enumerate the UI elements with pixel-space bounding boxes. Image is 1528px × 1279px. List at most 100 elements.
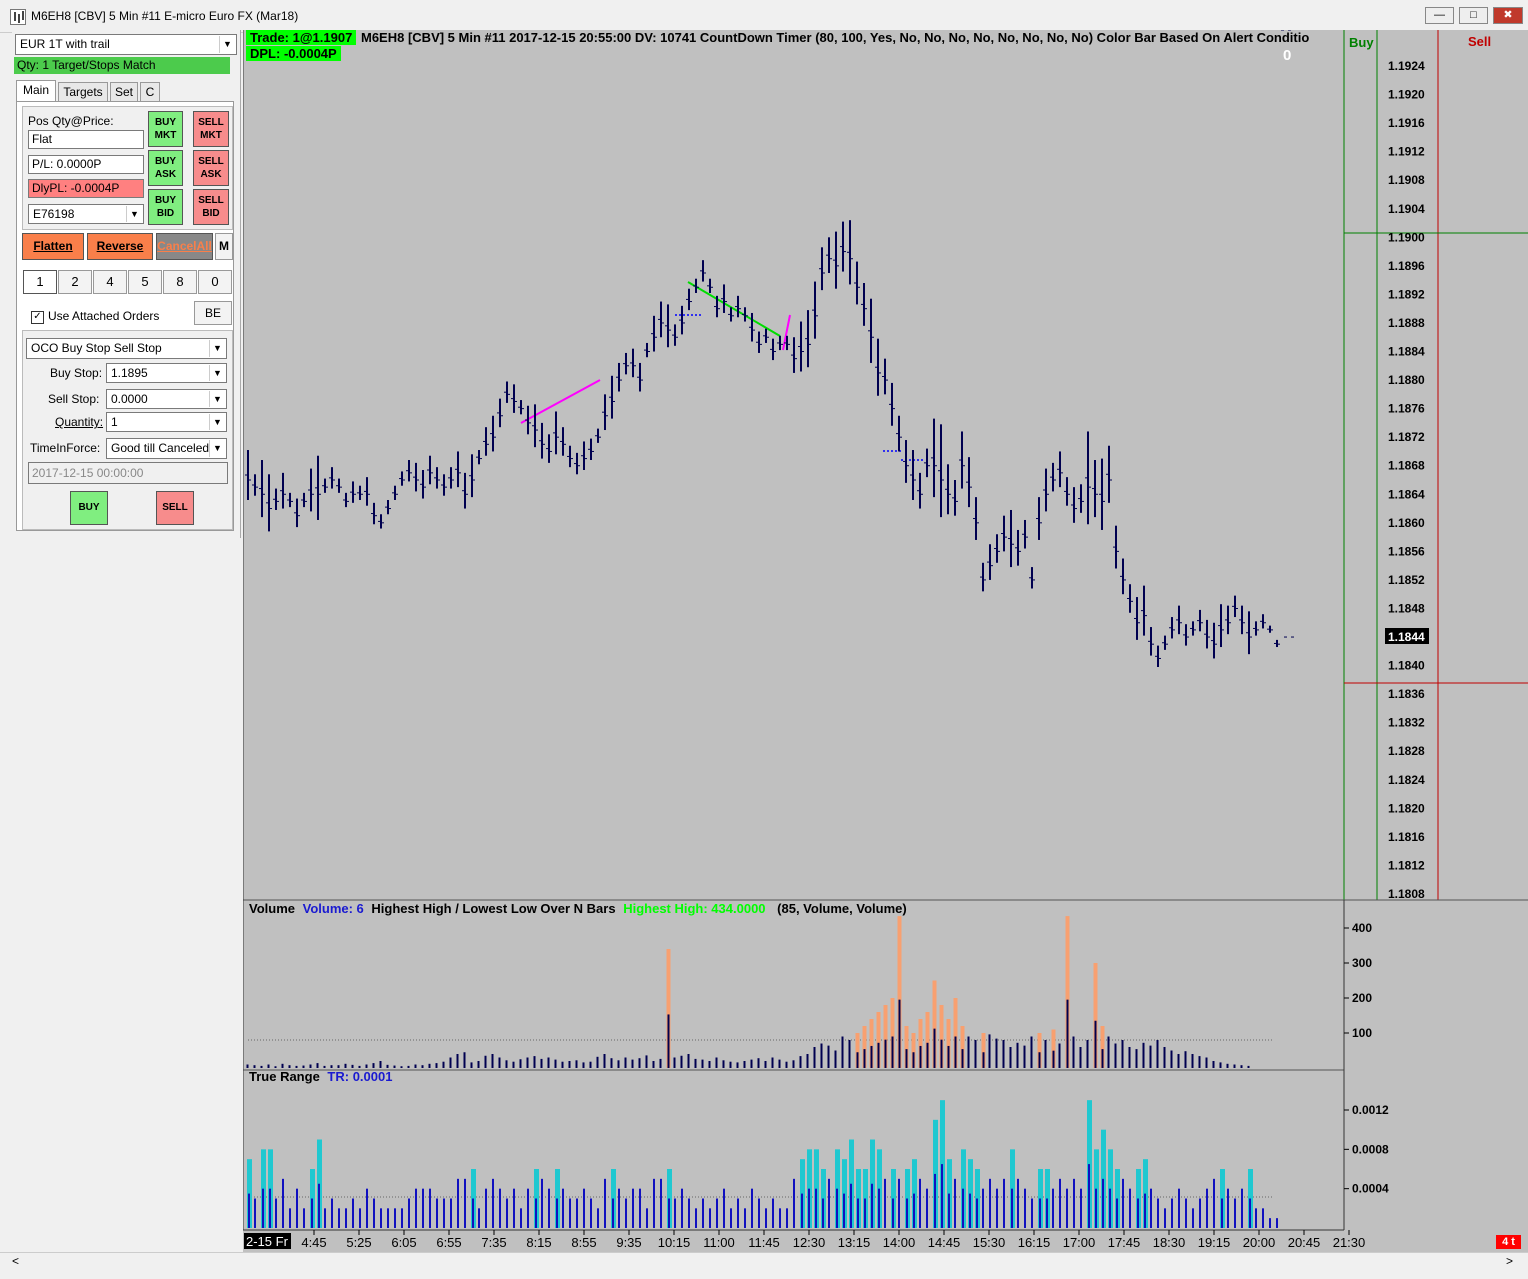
price-bar xyxy=(448,467,454,489)
sell-ask-button[interactable]: SELL ASK xyxy=(193,150,229,186)
chevron-down-icon[interactable]: ▼ xyxy=(209,391,225,407)
price-bar xyxy=(966,457,972,508)
price-tick-label: 1.1840 xyxy=(1388,659,1425,673)
tr-bar-inner xyxy=(857,1198,859,1228)
qty-button-4[interactable]: 4 xyxy=(93,270,127,294)
scroll-left-icon[interactable]: < xyxy=(12,1254,19,1268)
price-bar xyxy=(511,384,517,413)
tr-bar xyxy=(1024,1188,1026,1228)
volume-bar xyxy=(1142,1042,1145,1068)
tr-bar xyxy=(394,1208,396,1228)
volume-bar xyxy=(589,1061,592,1068)
gtd-datetime-field[interactable]: 2017-12-15 00:00:00 xyxy=(28,462,228,484)
qty-button-1[interactable]: 1 xyxy=(23,270,57,294)
price-tick-label: 1.1848 xyxy=(1388,601,1425,615)
tab-c[interactable]: C xyxy=(140,82,160,101)
qty-button-8[interactable]: 8 xyxy=(163,270,197,294)
buy-button[interactable]: BUY xyxy=(70,491,108,525)
chevron-down-icon[interactable]: ▼ xyxy=(209,414,225,430)
price-tick-label: 1.1872 xyxy=(1388,430,1425,444)
qty-button-5[interactable]: 5 xyxy=(128,270,162,294)
sell-stop-input[interactable]: 0.0000 ▼ xyxy=(106,389,227,409)
price-chart[interactable]: 1.1924 1.1920 1.1916 1.1912 1.1908 1.1904 1.19… xyxy=(243,30,1528,1252)
m-button[interactable]: M xyxy=(215,233,233,260)
chevron-down-icon[interactable]: ▼ xyxy=(209,340,225,357)
tr-bar xyxy=(324,1208,326,1228)
volume-bar xyxy=(848,1040,851,1068)
sell-bid-button[interactable]: SELL BID xyxy=(193,189,229,225)
price-bar xyxy=(1246,611,1252,655)
tr-bar xyxy=(548,1188,550,1228)
close-button[interactable]: ✖ xyxy=(1493,7,1523,24)
horizontal-scrollbar[interactable]: < > xyxy=(0,1252,1528,1271)
vol-tick-label: 400 xyxy=(1352,921,1372,935)
chevron-down-icon[interactable]: ▼ xyxy=(126,206,142,222)
time-tick-label: 19:15 xyxy=(1198,1235,1231,1250)
buy-market-button[interactable]: BUY MKT xyxy=(148,111,183,147)
sell-button[interactable]: SELL xyxy=(156,491,194,525)
time-in-force-select[interactable]: Good till Canceled ▼ xyxy=(106,438,227,459)
qty-button-2[interactable]: 2 xyxy=(58,270,92,294)
volume-bar xyxy=(785,1061,788,1068)
tr-bar xyxy=(345,1208,347,1228)
volume-bar xyxy=(764,1061,767,1068)
tr-bar xyxy=(604,1178,606,1228)
strategy-select[interactable]: EUR 1T with trail ▼ xyxy=(15,34,237,55)
tr-bar xyxy=(422,1188,424,1228)
volume-bar xyxy=(435,1063,438,1068)
time-in-force-value: Good till Canceled xyxy=(111,441,210,455)
price-bar xyxy=(301,492,307,508)
price-bar xyxy=(581,441,587,471)
buy-ask-line1: BUY xyxy=(154,156,177,167)
tr-bar-inner xyxy=(1039,1198,1041,1228)
buy-ask-button[interactable]: BUY ASK xyxy=(148,150,183,186)
price-bar xyxy=(756,331,762,353)
account-select[interactable]: E76198 ▼ xyxy=(28,204,144,224)
chevron-down-icon[interactable]: ▼ xyxy=(209,440,225,457)
qty-button-0[interactable]: 0 xyxy=(198,270,232,294)
chevron-down-icon[interactable]: ▼ xyxy=(219,36,235,53)
volume-bar-inner xyxy=(898,999,901,1068)
buy-column-header[interactable]: Buy xyxy=(1349,35,1374,50)
price-bar xyxy=(1176,605,1182,635)
tab-set[interactable]: Set xyxy=(110,82,138,101)
quantity-input[interactable]: 1 ▼ xyxy=(106,412,227,432)
tr-bar-inner xyxy=(913,1193,915,1228)
chevron-down-icon[interactable]: ▼ xyxy=(209,365,225,381)
volume-bar xyxy=(547,1057,550,1068)
flatten-button[interactable]: Flatten xyxy=(22,233,84,260)
tr-bar xyxy=(373,1198,375,1228)
tr-bar xyxy=(485,1188,487,1228)
volume-bar xyxy=(400,1066,403,1068)
tr-bar xyxy=(1073,1178,1075,1228)
order-type-select[interactable]: OCO Buy Stop Sell Stop ▼ xyxy=(26,338,227,359)
price-tick-label: 1.1864 xyxy=(1388,487,1425,501)
breakeven-button[interactable]: BE xyxy=(194,301,232,325)
buy-stop-input[interactable]: 1.1895 ▼ xyxy=(106,363,227,383)
maximize-button[interactable]: □ xyxy=(1459,7,1488,24)
price-bar xyxy=(819,247,825,291)
scroll-right-icon[interactable]: > xyxy=(1506,1254,1513,1268)
price-bar xyxy=(609,375,615,419)
volume-bar xyxy=(449,1057,452,1068)
reverse-button[interactable]: Reverse xyxy=(87,233,153,260)
volume-bar xyxy=(512,1061,515,1068)
tr-bar xyxy=(478,1208,480,1228)
sell-column-header[interactable]: Sell xyxy=(1468,34,1491,49)
tr-bar xyxy=(415,1188,417,1228)
sell-market-button[interactable]: SELL MKT xyxy=(193,111,229,147)
time-axis: 4:45 5:25 6:05 6:55 7:35 8:15 8:55 9:35 10:15 11:… xyxy=(301,1230,1365,1250)
buy-bid-button[interactable]: BUY BID xyxy=(148,189,183,225)
tab-targets[interactable]: Targets xyxy=(58,82,108,101)
price-bar xyxy=(532,404,538,448)
tr-bar xyxy=(1227,1188,1229,1228)
price-tick-label: 1.1808 xyxy=(1388,887,1425,901)
use-attached-orders-checkbox[interactable]: ✓ xyxy=(31,311,44,324)
cancel-all-button[interactable]: CancelAll xyxy=(156,233,213,260)
tr-bar xyxy=(716,1198,718,1228)
volume-bar-inner xyxy=(940,1039,943,1068)
volume-bar xyxy=(743,1061,746,1068)
tab-main[interactable]: Main xyxy=(16,80,56,102)
tr-value: TR: 0.0001 xyxy=(327,1069,393,1084)
minimize-button[interactable]: ― xyxy=(1425,7,1454,24)
